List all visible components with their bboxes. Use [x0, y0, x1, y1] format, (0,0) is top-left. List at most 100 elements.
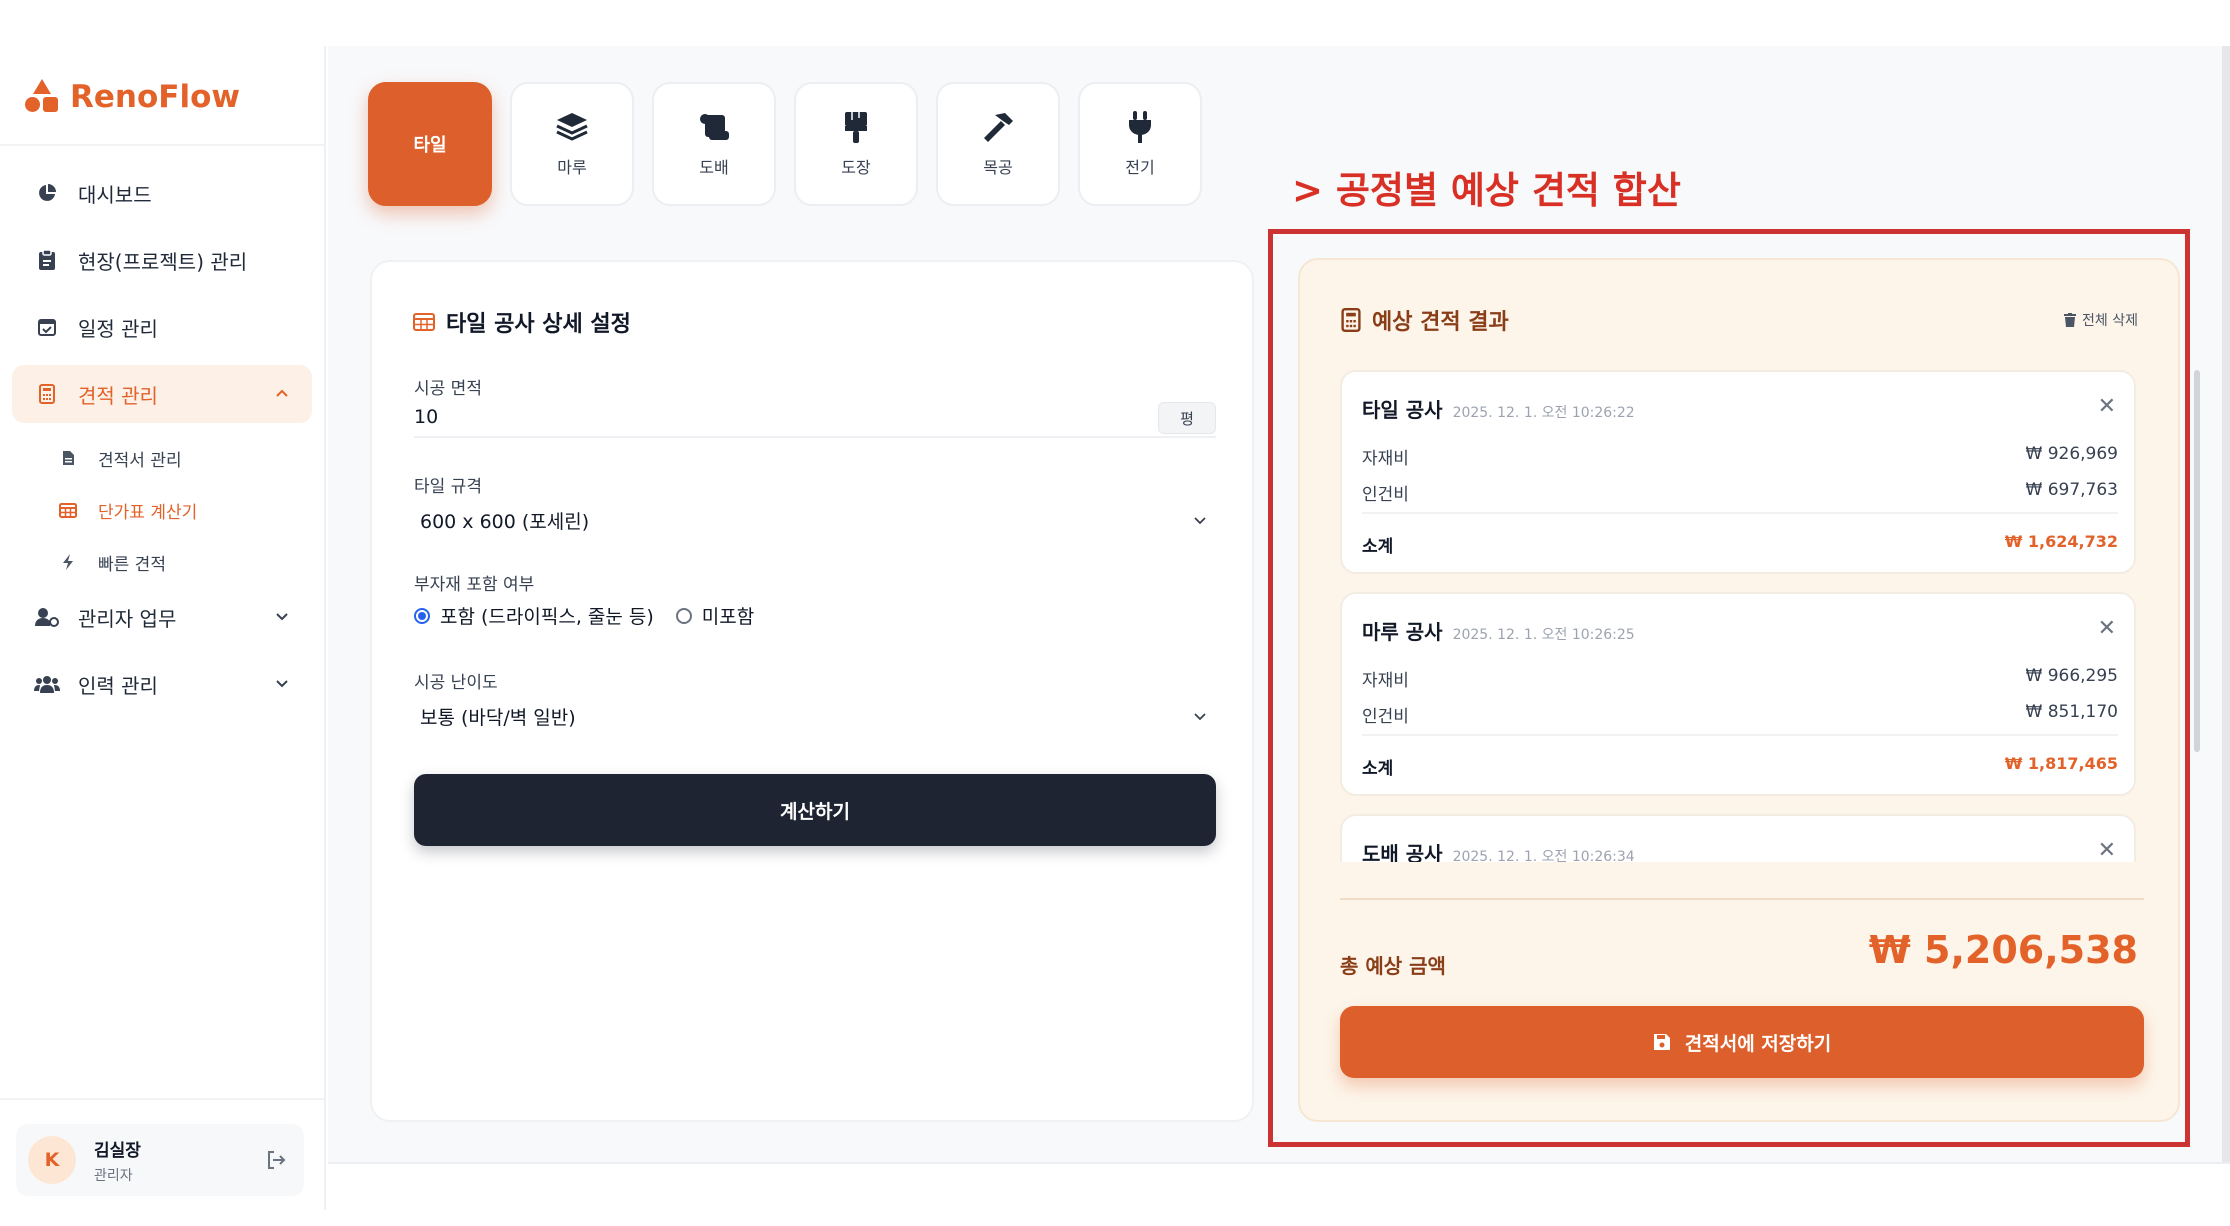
- brand-name: RenoFlow: [70, 79, 241, 115]
- users-icon: [34, 671, 60, 697]
- tile-settings-card: 타일 공사 상세 설정 시공 면적 10 평 타일 규격 600 x 600 (…: [370, 260, 1254, 1122]
- sidebar-subitem-quick-estimate[interactable]: 빠른 견적: [12, 536, 312, 588]
- sidebar-item-label: 대시보드: [78, 182, 152, 207]
- hammer-icon: [981, 110, 1015, 144]
- scroll-icon: [697, 110, 731, 144]
- sidebar-item-admin-tasks[interactable]: 관리자 업무: [12, 588, 312, 646]
- paint-brush-icon: [839, 110, 873, 144]
- tab-carpentry[interactable]: 목공: [936, 82, 1060, 206]
- tab-label: 타일: [413, 135, 447, 156]
- estimate-items-list[interactable]: 타일 공사 2025. 12. 1. 오전 10:26:22 ✕ 자재비 ₩ 9…: [1340, 370, 2148, 862]
- material-label: 자재비: [1362, 449, 1409, 469]
- tab-label: 도장: [841, 158, 871, 177]
- clear-all-label: 전체 삭제: [2082, 313, 2138, 329]
- user-profile[interactable]: K 김실장 관리자: [16, 1124, 304, 1196]
- result-title: 예상 견적 결과: [1340, 304, 1509, 336]
- subtotal-amount: ₩ 1,624,732: [2004, 532, 2118, 551]
- user-divider: [0, 1098, 326, 1100]
- tile-spec-value: 600 x 600 (포세린): [420, 510, 590, 533]
- trade-tabs: 타일 마루 도배 도장 목공 전기: [368, 82, 1202, 206]
- plug-icon: [1123, 110, 1157, 144]
- accessory-radio-group: 포함 (드라이픽스, 줄눈 등) 미포함: [414, 602, 754, 629]
- sidebar: RenoFlow 대시보드 현장(프로젝트) 관리 일정 관리 견적 관리 견적…: [0, 46, 326, 1210]
- tab-painting[interactable]: 도장: [794, 82, 918, 206]
- brand[interactable]: RenoFlow: [24, 72, 240, 122]
- sidebar-item-estimates[interactable]: 견적 관리: [12, 365, 312, 423]
- annotation-text: > 공정별 예상 견적 합산: [1292, 169, 1681, 212]
- result-title-text: 예상 견적 결과: [1372, 310, 1509, 335]
- item-labor-row: 인건비 ₩ 851,170: [1362, 702, 2118, 727]
- calculate-button[interactable]: 계산하기: [414, 774, 1216, 846]
- area-unit: 평: [1158, 402, 1216, 434]
- subtotal-label: 소계: [1362, 759, 1394, 779]
- material-amount: ₩ 966,295: [2025, 666, 2118, 686]
- radio-include-label[interactable]: 포함 (드라이픽스, 줄눈 등): [440, 602, 654, 629]
- tab-wallpaper[interactable]: 도배: [652, 82, 776, 206]
- calendar-check-icon: [34, 314, 60, 340]
- difficulty-label: 시공 난이도: [414, 673, 498, 693]
- sidebar-item-label: 견적 관리: [78, 383, 158, 408]
- sidebar-item-dashboard[interactable]: 대시보드: [12, 164, 312, 222]
- save-icon: [1653, 1034, 1670, 1050]
- bolt-icon: [58, 553, 78, 571]
- layers-icon: [555, 110, 589, 144]
- table-icon: [413, 313, 435, 331]
- sidebar-item-label: 인력 관리: [78, 673, 158, 698]
- item-time: 2025. 12. 1. 오전 10:26:25: [1452, 627, 1635, 643]
- sidebar-nav: 대시보드 현장(프로젝트) 관리 일정 관리 견적 관리 견적서 관리 단가표 …: [12, 164, 312, 722]
- save-to-estimate-button[interactable]: 견적서에 저장하기: [1340, 1006, 2144, 1078]
- clipboard-icon: [34, 247, 60, 273]
- difficulty-value: 보통 (바닥/벽 일반): [420, 706, 576, 729]
- subtotal-label: 소계: [1362, 537, 1394, 557]
- close-icon[interactable]: ✕: [2098, 838, 2116, 862]
- user-role: 관리자: [94, 1167, 133, 1184]
- tile-spec-select[interactable]: 600 x 600 (포세린): [414, 500, 1216, 540]
- item-material-row: 자재비 ₩ 926,969: [1362, 444, 2118, 469]
- item-divider: [1362, 512, 2118, 514]
- radio-exclude-label[interactable]: 미포함: [702, 602, 754, 629]
- page-scrollbar[interactable]: [2222, 46, 2230, 1162]
- total-label: 총 예상 금액: [1340, 954, 1446, 978]
- sidebar-item-projects[interactable]: 현장(프로젝트) 관리: [12, 231, 312, 289]
- item-time: 2025. 12. 1. 오전 10:26:22: [1452, 405, 1635, 421]
- sidebar-item-workforce[interactable]: 인력 관리: [12, 655, 312, 713]
- area-input[interactable]: 10 평: [414, 402, 1216, 438]
- tab-tile[interactable]: 타일: [368, 82, 492, 206]
- radio-include[interactable]: [414, 607, 430, 624]
- sidebar-subitem-label: 빠른 견적: [98, 554, 166, 575]
- chevron-down-icon: [1194, 713, 1206, 721]
- calculator-icon: [1341, 308, 1361, 332]
- item-labor-row: 인건비 ₩ 697,763: [1362, 480, 2118, 505]
- tab-label: 도배: [699, 158, 729, 177]
- clear-all-button[interactable]: 전체 삭제: [2064, 310, 2138, 330]
- pie-chart-icon: [34, 180, 60, 206]
- user-meta: 김실장 관리자: [94, 1136, 141, 1185]
- sidebar-divider: [0, 144, 326, 146]
- labor-amount: ₩ 851,170: [2025, 702, 2118, 722]
- item-name: 도배 공사: [1362, 842, 1443, 862]
- close-icon[interactable]: ✕: [2098, 616, 2116, 641]
- estimate-result-card: 예상 견적 결과 전체 삭제 타일 공사 2025. 12. 1. 오전 10:…: [1298, 258, 2200, 1122]
- tab-flooring[interactable]: 마루: [510, 82, 634, 206]
- chevron-down-icon[interactable]: [272, 606, 292, 626]
- items-scrollbar[interactable]: [2194, 370, 2200, 752]
- item-material-row: 자재비 ₩ 966,295: [1362, 666, 2118, 691]
- sidebar-subitem-price-calculator[interactable]: 단가표 계산기: [12, 484, 312, 536]
- radio-exclude[interactable]: [675, 607, 692, 624]
- sidebar-item-schedule[interactable]: 일정 관리: [12, 298, 312, 356]
- renoflow-logo-icon: [24, 79, 60, 115]
- trash-icon: [2064, 313, 2077, 327]
- tab-label: 목공: [983, 158, 1013, 177]
- sidebar-subitem-estimate-docs[interactable]: 견적서 관리: [12, 432, 312, 484]
- tab-electrical[interactable]: 전기: [1078, 82, 1202, 206]
- settings-title-text: 타일 공사 상세 설정: [446, 312, 631, 337]
- estimate-item: 마루 공사 2025. 12. 1. 오전 10:26:25 ✕ 자재비 ₩ 9…: [1340, 592, 2136, 796]
- close-icon[interactable]: ✕: [2098, 394, 2116, 419]
- chevron-up-icon[interactable]: [272, 383, 292, 403]
- tab-label: 전기: [1125, 158, 1155, 177]
- difficulty-select[interactable]: 보통 (바닥/벽 일반): [414, 696, 1216, 736]
- logout-icon[interactable]: [264, 1148, 288, 1172]
- item-divider: [1362, 734, 2118, 736]
- file-icon: [58, 450, 78, 466]
- chevron-down-icon[interactable]: [272, 673, 292, 693]
